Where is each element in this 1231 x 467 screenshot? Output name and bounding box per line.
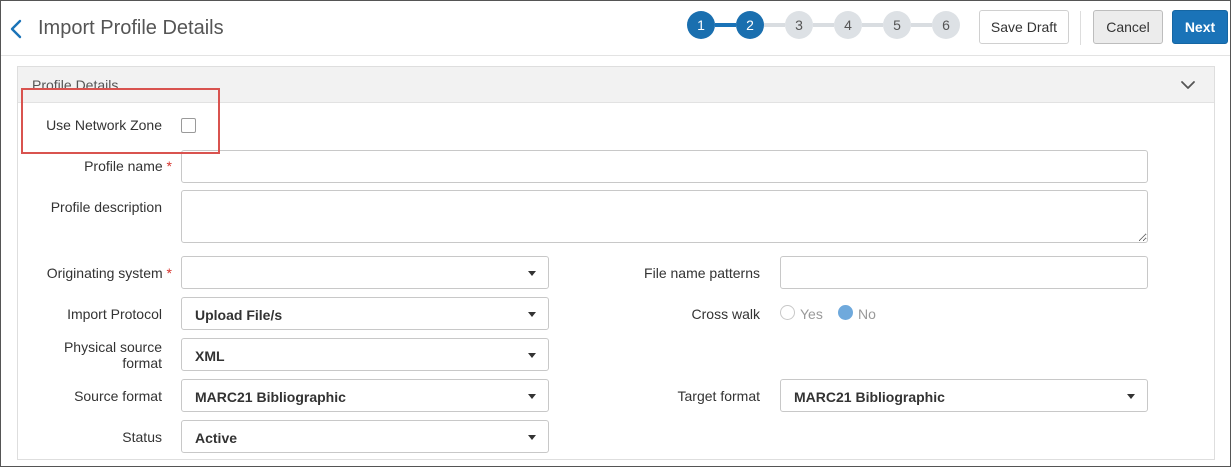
profile-description-textarea[interactable] (181, 190, 1148, 243)
import-protocol-value: Upload File/s (195, 307, 283, 323)
caret-down-icon (1127, 394, 1135, 399)
originating-system-label: Originating system * (20, 265, 172, 281)
caret-down-icon (528, 271, 536, 276)
section-header[interactable]: Profile Details (18, 67, 1214, 103)
required-mark: * (166, 158, 172, 174)
profile-name-label: Profile name * (20, 158, 172, 174)
page-header: Import Profile Details 1 2 3 4 5 6 Save … (1, 1, 1230, 56)
cross-walk-yes-radio[interactable] (780, 305, 795, 320)
step-connector (764, 23, 785, 27)
profile-name-input[interactable] (181, 150, 1148, 183)
caret-down-icon (528, 435, 536, 440)
step-connector (862, 23, 883, 27)
status-label: Status (122, 429, 162, 445)
cross-walk-no-label: No (858, 306, 876, 322)
wizard-stepper: 1 2 3 4 5 6 (687, 10, 960, 40)
save-draft-button[interactable]: Save Draft (979, 10, 1069, 44)
physical-source-format-label-line1: Physical source (63, 339, 162, 355)
profile-description-label: Profile description (50, 199, 162, 215)
source-format-value: MARC21 Bibliographic (195, 389, 346, 405)
physical-source-format-label: Physical source format (20, 339, 162, 371)
back-arrow-icon[interactable] (7, 16, 25, 42)
source-format-label: Source format (74, 388, 162, 404)
target-format-select[interactable]: MARC21 Bibliographic (780, 379, 1148, 412)
originating-system-select[interactable] (181, 256, 549, 289)
header-divider (1080, 11, 1081, 45)
step-connector (911, 23, 932, 27)
import-protocol-select[interactable]: Upload File/s (181, 297, 549, 330)
step-5[interactable]: 5 (883, 11, 911, 39)
physical-source-format-label-line2: format (122, 355, 162, 371)
target-format-value: MARC21 Bibliographic (794, 389, 945, 405)
status-value: Active (195, 430, 238, 446)
step-6[interactable]: 6 (932, 11, 960, 39)
target-format-label: Target format (677, 388, 760, 404)
status-select[interactable]: Active (181, 420, 549, 453)
step-connector (813, 23, 834, 27)
next-button[interactable]: Next (1172, 10, 1228, 44)
file-name-patterns-input[interactable] (780, 256, 1148, 289)
caret-down-icon (528, 353, 536, 358)
import-protocol-label: Import Protocol (67, 306, 162, 322)
step-connector (715, 23, 736, 27)
cross-walk-yes-label: Yes (800, 306, 823, 322)
use-network-zone-label: Use Network Zone (46, 117, 162, 133)
physical-source-format-select[interactable]: XML (181, 338, 549, 371)
chevron-down-icon[interactable] (1180, 77, 1196, 93)
profile-name-label-text: Profile name (84, 158, 163, 174)
cross-walk-label: Cross walk (691, 306, 760, 322)
cancel-button[interactable]: Cancel (1093, 10, 1163, 44)
cross-walk-no-radio[interactable] (838, 305, 853, 320)
required-mark: * (166, 265, 172, 281)
step-2[interactable]: 2 (736, 11, 764, 39)
use-network-zone-checkbox[interactable] (181, 118, 196, 133)
section-title: Profile Details (32, 77, 119, 93)
caret-down-icon (528, 312, 536, 317)
source-format-select[interactable]: MARC21 Bibliographic (181, 379, 549, 412)
step-3[interactable]: 3 (785, 11, 813, 39)
originating-system-label-text: Originating system (46, 265, 163, 281)
step-1[interactable]: 1 (687, 11, 715, 39)
physical-source-format-value: XML (195, 348, 225, 364)
file-name-patterns-label: File name patterns (644, 265, 760, 281)
step-4[interactable]: 4 (834, 11, 862, 39)
caret-down-icon (528, 394, 536, 399)
page-title: Import Profile Details (38, 17, 224, 39)
